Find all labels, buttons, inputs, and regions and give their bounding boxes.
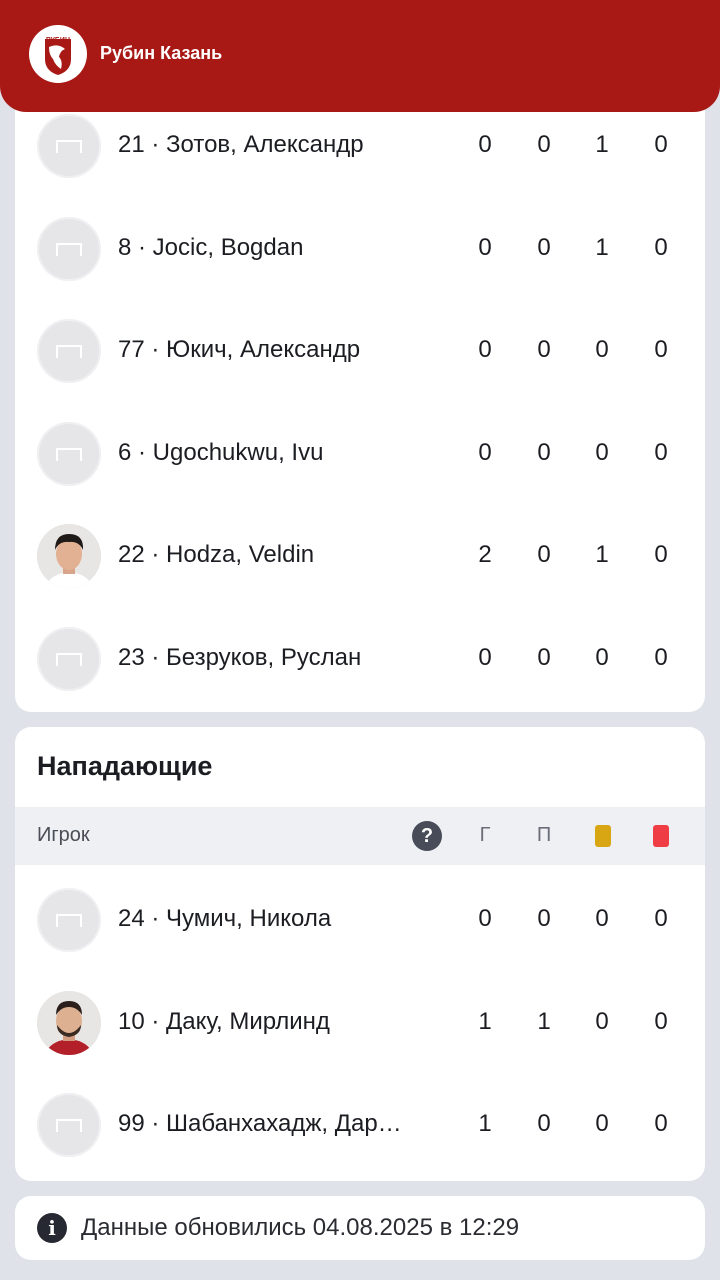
yellow-cards-value: 0 — [595, 336, 609, 363]
info-icon: i — [37, 1213, 67, 1243]
player-avatar-placeholder — [37, 422, 101, 486]
player-name: 8 · Jocic, Bogdan — [118, 234, 304, 261]
app-header: РУБИН Рубин Казань — [0, 0, 720, 112]
goals-value: 0 — [478, 905, 492, 932]
player-row[interactable]: 21 · Зотов, Александр 0 0 1 0 — [15, 114, 705, 215]
assists-value: 1 — [537, 1008, 551, 1035]
player-row[interactable]: 99 · Шабанхахадж, Дар… 1 0 0 0 — [15, 1093, 705, 1181]
goals-value: 0 — [478, 644, 492, 671]
help-icon[interactable]: ? — [412, 821, 442, 851]
player-avatar-placeholder — [37, 319, 101, 383]
assists-value: 0 — [537, 541, 551, 568]
column-goals: Г — [479, 824, 491, 846]
goal-icon — [56, 914, 82, 927]
player-photo — [37, 991, 101, 1055]
assists-value: 0 — [537, 336, 551, 363]
section-title: Нападающие — [37, 751, 213, 781]
assists-value: 0 — [537, 905, 551, 932]
yellow-cards-value: 0 — [595, 905, 609, 932]
assists-value: 0 — [537, 644, 551, 671]
player-avatar-placeholder — [37, 888, 101, 952]
forwards-card: Нападающие Игрок ? Г П 24 · Чумич, Никол… — [15, 727, 705, 1181]
assists-value: 0 — [537, 439, 551, 466]
assists-value: 0 — [537, 1110, 551, 1137]
column-assists: П — [536, 824, 552, 846]
red-cards-value: 0 — [654, 131, 668, 158]
player-row[interactable]: 77 · Юкич, Александр 0 0 0 0 — [15, 319, 705, 420]
player-row[interactable]: 22 · Hodza, Veldin 2 0 1 0 — [15, 524, 705, 625]
player-name: 22 · Hodza, Veldin — [118, 541, 315, 568]
updated-text: Данные обновились 04.08.2025 в 12:29 — [81, 1214, 520, 1241]
player-portrait-icon — [37, 524, 101, 588]
player-photo — [37, 524, 101, 588]
team-logo[interactable]: РУБИН — [29, 25, 87, 83]
goal-icon — [56, 243, 82, 256]
column-player: Игрок — [37, 824, 90, 846]
rubin-emblem-icon: РУБИН — [45, 37, 71, 75]
player-name: 23 · Безруков, Руслан — [118, 644, 362, 671]
yellow-cards-value: 1 — [595, 541, 609, 568]
yellow-cards-value: 1 — [595, 234, 609, 261]
goals-value: 0 — [478, 439, 492, 466]
red-cards-value: 0 — [654, 905, 668, 932]
goal-icon — [56, 140, 82, 153]
yellow-cards-value: 0 — [595, 1008, 609, 1035]
goal-icon — [56, 653, 82, 666]
goals-value: 1 — [478, 1110, 492, 1137]
player-row[interactable]: 24 · Чумич, Никола 0 0 0 0 — [15, 888, 705, 989]
player-avatar-placeholder — [37, 627, 101, 691]
yellow-cards-value: 0 — [595, 439, 609, 466]
yellow-cards-value: 1 — [595, 131, 609, 158]
assists-value: 0 — [537, 234, 551, 261]
player-row[interactable]: 23 · Безруков, Руслан 0 0 0 0 — [15, 627, 705, 712]
update-info-card: i Данные обновились 04.08.2025 в 12:29 — [15, 1196, 705, 1260]
goals-value: 0 — [478, 234, 492, 261]
goals-value: 0 — [478, 131, 492, 158]
red-card-icon — [653, 825, 669, 847]
red-cards-value: 0 — [654, 234, 668, 261]
goal-icon — [56, 345, 82, 358]
red-cards-value: 0 — [654, 1110, 668, 1137]
svg-text:РУБИН: РУБИН — [46, 37, 70, 44]
table-header: Игрок ? Г П — [15, 807, 705, 865]
red-cards-value: 0 — [654, 1008, 668, 1035]
player-avatar-placeholder — [37, 217, 101, 281]
player-name: 21 · Зотов, Александр — [118, 131, 364, 158]
player-avatar-placeholder — [37, 114, 101, 178]
player-row[interactable]: 8 · Jocic, Bogdan 0 0 1 0 — [15, 217, 705, 318]
yellow-cards-value: 0 — [595, 644, 609, 671]
goals-value: 2 — [478, 541, 492, 568]
assists-value: 0 — [537, 131, 551, 158]
team-name[interactable]: Рубин Казань — [100, 43, 222, 64]
player-name: 77 · Юкич, Александр — [118, 336, 361, 363]
red-cards-value: 0 — [654, 541, 668, 568]
goal-icon — [56, 448, 82, 461]
player-name: 10 · Даку, Мирлинд — [118, 1008, 330, 1035]
player-name: 6 · Ugochukwu, Ivu — [118, 439, 324, 466]
player-portrait-icon — [37, 991, 101, 1055]
goal-icon — [56, 1119, 82, 1132]
red-cards-value: 0 — [654, 336, 668, 363]
player-avatar-placeholder — [37, 1093, 101, 1157]
goals-value: 0 — [478, 336, 492, 363]
player-row[interactable]: 6 · Ugochukwu, Ivu 0 0 0 0 — [15, 422, 705, 523]
goals-value: 1 — [478, 1008, 492, 1035]
defenders-card: 21 · Зотов, Александр 0 0 1 0 8 · Jocic,… — [15, 90, 705, 712]
player-row[interactable]: 10 · Даку, Мирлинд 1 1 0 0 — [15, 991, 705, 1092]
yellow-cards-value: 0 — [595, 1110, 609, 1137]
player-name: 99 · Шабанхахадж, Дар… — [118, 1110, 402, 1137]
yellow-card-icon — [595, 825, 611, 847]
red-cards-value: 0 — [654, 644, 668, 671]
red-cards-value: 0 — [654, 439, 668, 466]
player-name: 24 · Чумич, Никола — [118, 905, 332, 932]
